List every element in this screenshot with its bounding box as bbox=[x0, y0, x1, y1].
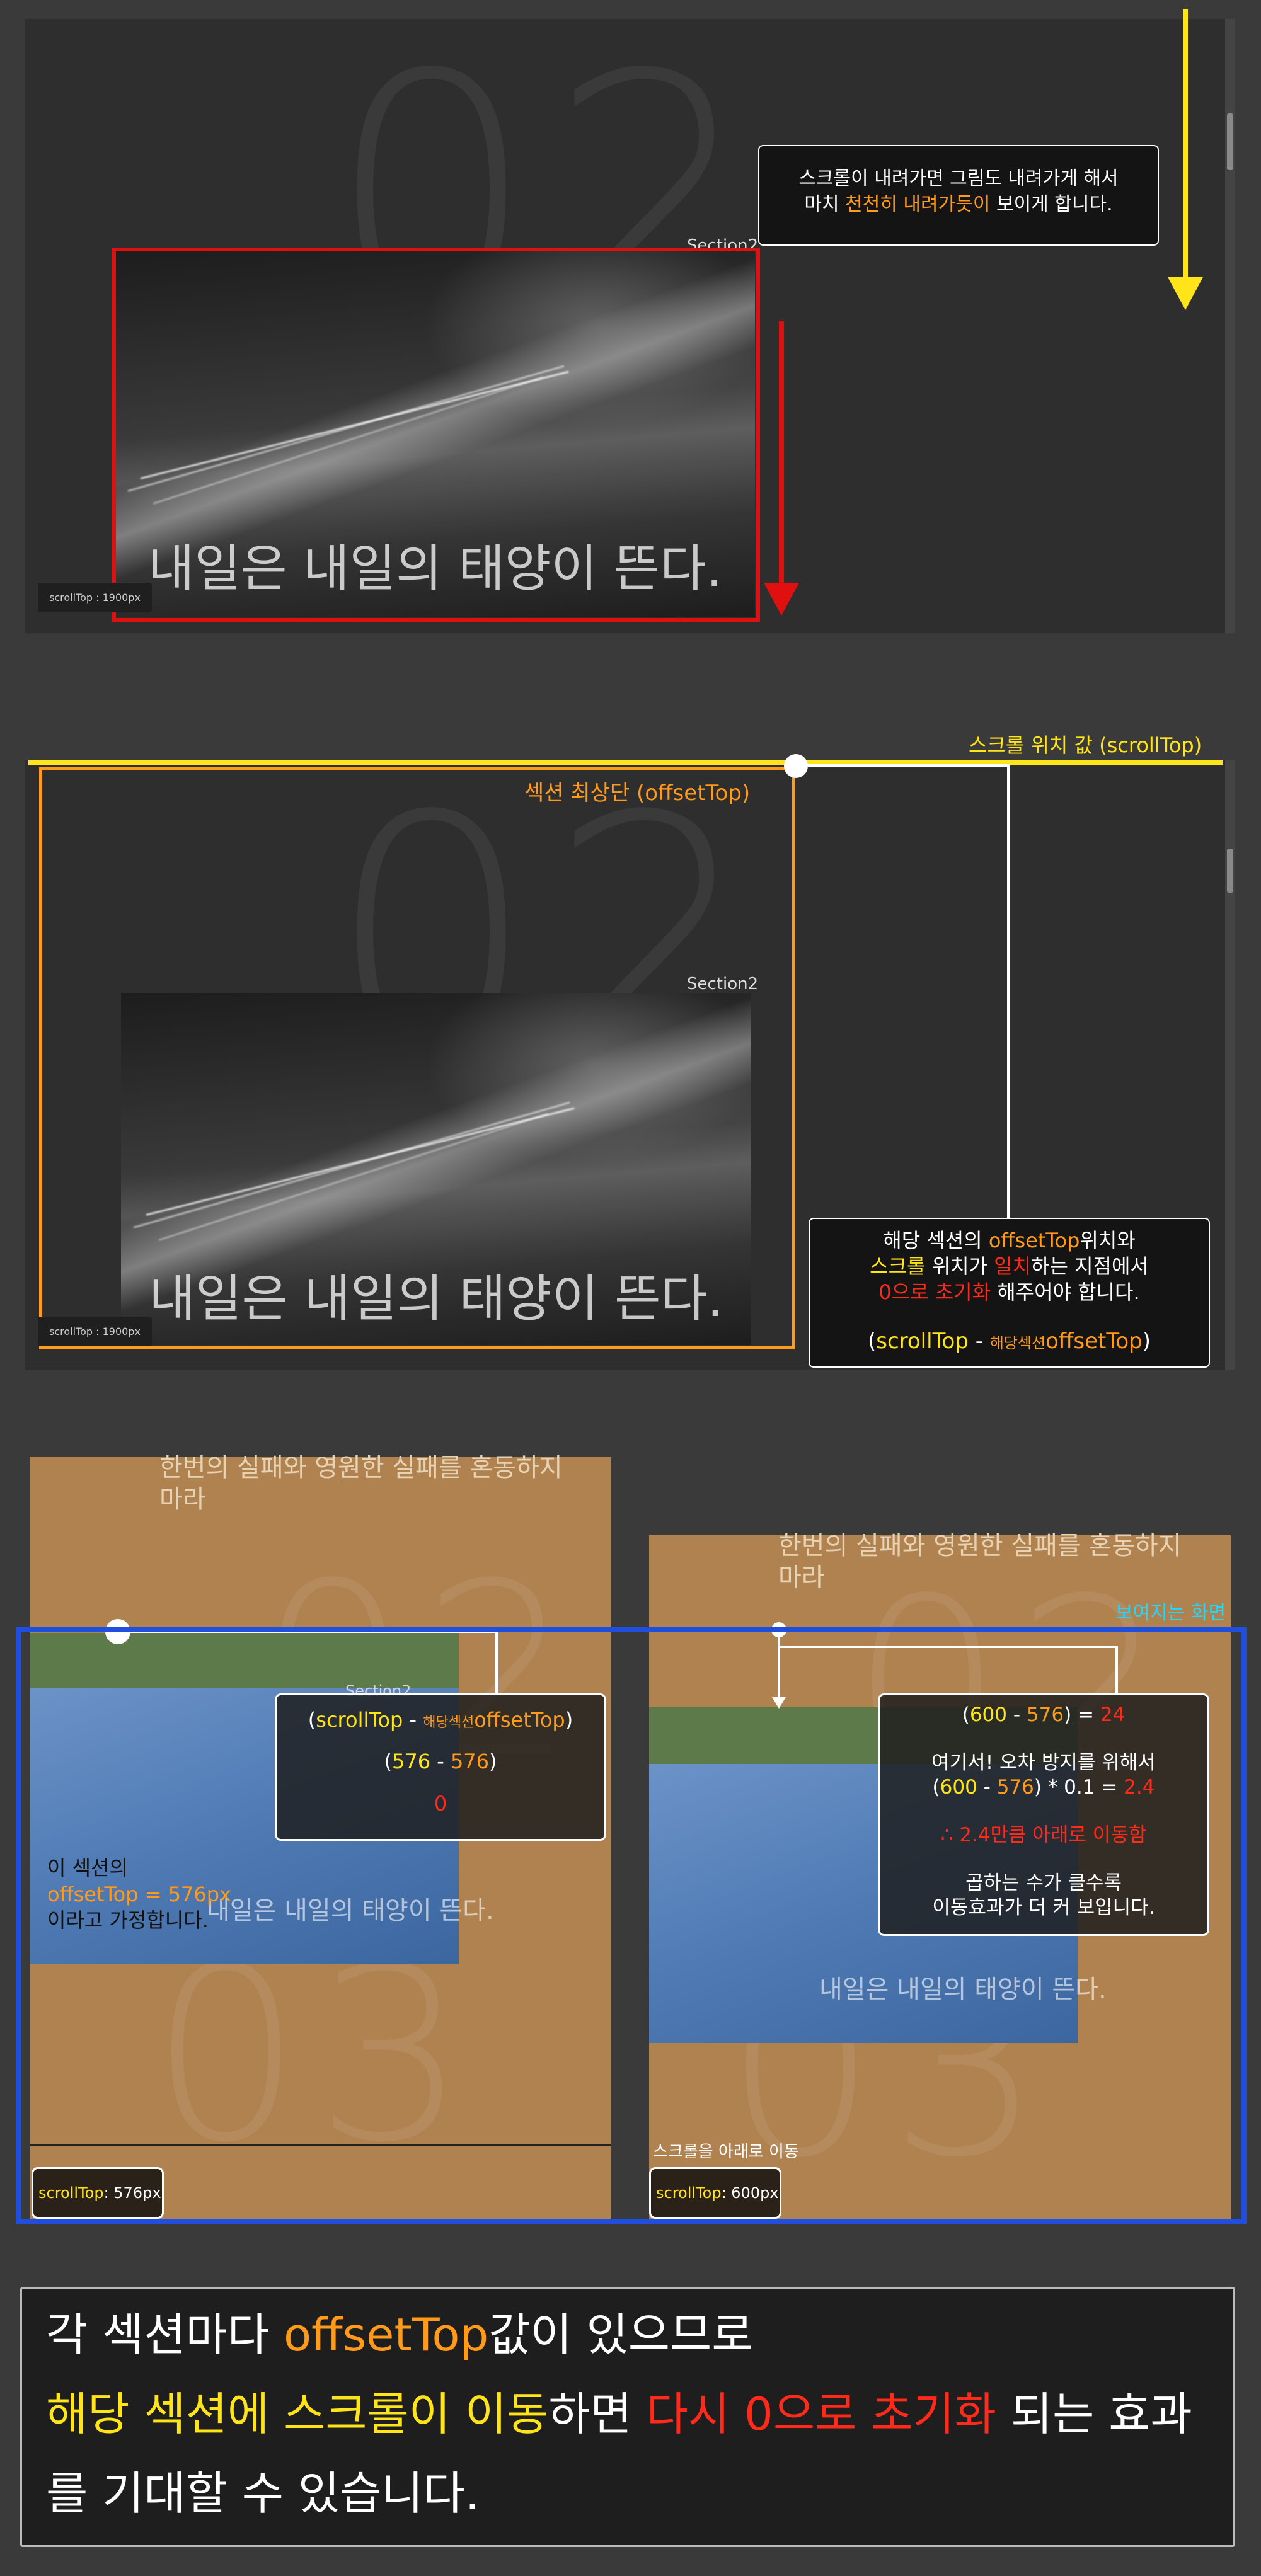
callout-line-3: 0으로 초기화 해주어야 합니다. bbox=[878, 1279, 1140, 1304]
red-arrow-head bbox=[764, 583, 799, 615]
section-label: Section2 bbox=[687, 975, 759, 993]
visible-area-label: 보여지는 화면 bbox=[1115, 1602, 1226, 1624]
summary-line-1: 각 섹션마다 offsetTop값이 있으므로 bbox=[46, 2308, 754, 2361]
hero-photo: 내일은 내일의 태양이 뜬다. bbox=[121, 993, 751, 1345]
scrollbar-thumb[interactable] bbox=[1227, 113, 1233, 170]
scrolltop-label: 스크롤 위치 값 (scrollTop) bbox=[969, 733, 1202, 757]
summary-box: 각 섹션마다 offsetTop값이 있으므로 해당 섹션에 스크롤이 이동하면… bbox=[20, 2287, 1235, 2547]
top-text: 한번의 실패와 영원한 실패를 혼동하지 마라 bbox=[159, 1453, 563, 1514]
yellow-arrow-head bbox=[1168, 277, 1203, 310]
callout-line-2: 스크롤 위치가 일치하는 지점에서 bbox=[870, 1254, 1149, 1278]
scrolltop-badge: scrollTop : 1900px bbox=[38, 583, 152, 612]
scroll-callout: 스크롤이 내려가면 그림도 내려가게 해서 마치 천천히 내려가듯이 보이게 합… bbox=[758, 145, 1159, 246]
scrolltop-line bbox=[28, 760, 1223, 765]
summary-line-3: 를 기대할 수 있습니다. bbox=[46, 2467, 480, 2520]
highlight-frame-red bbox=[112, 248, 760, 622]
offsettop-label: 섹션 최상단 (offsetTop) bbox=[524, 781, 751, 806]
connector-line-v bbox=[1007, 764, 1010, 1219]
visible-area-frame bbox=[16, 1627, 1247, 2224]
scrollbar[interactable] bbox=[1225, 19, 1235, 633]
yellow-down-arrow bbox=[1183, 9, 1188, 280]
callout-line-1: 해당 섹션의 offsetTop위치와 bbox=[883, 1228, 1136, 1252]
red-down-arrow bbox=[779, 321, 784, 586]
photo-caption: 내일은 내일의 태양이 뜬다. bbox=[149, 1269, 723, 1328]
connector-line-h bbox=[796, 764, 1010, 767]
scrollbar-thumb[interactable] bbox=[1227, 849, 1233, 893]
scrolltop-badge: scrollTop : 1900px bbox=[38, 1317, 152, 1346]
callout-line-1: 스크롤이 내려가면 그림도 내려가게 해서 bbox=[798, 168, 1119, 190]
callout-formula: (scrollTop - 해당섹션offsetTop) bbox=[867, 1328, 1151, 1354]
top-text: 한번의 실패와 영원한 실패를 혼동하지 마라 bbox=[778, 1531, 1182, 1592]
summary-line-2: 해당 섹션에 스크롤이 이동하면 다시 0으로 초기화 되는 효과 bbox=[46, 2388, 1192, 2441]
scrollbar[interactable] bbox=[1225, 760, 1235, 1370]
offset-callout: 해당 섹션의 offsetTop위치와 스크롤 위치가 일치하는 지점에서 0으… bbox=[809, 1218, 1210, 1368]
callout-line-2: 마치 천천히 내려가듯이 보이게 합니다. bbox=[804, 193, 1113, 215]
